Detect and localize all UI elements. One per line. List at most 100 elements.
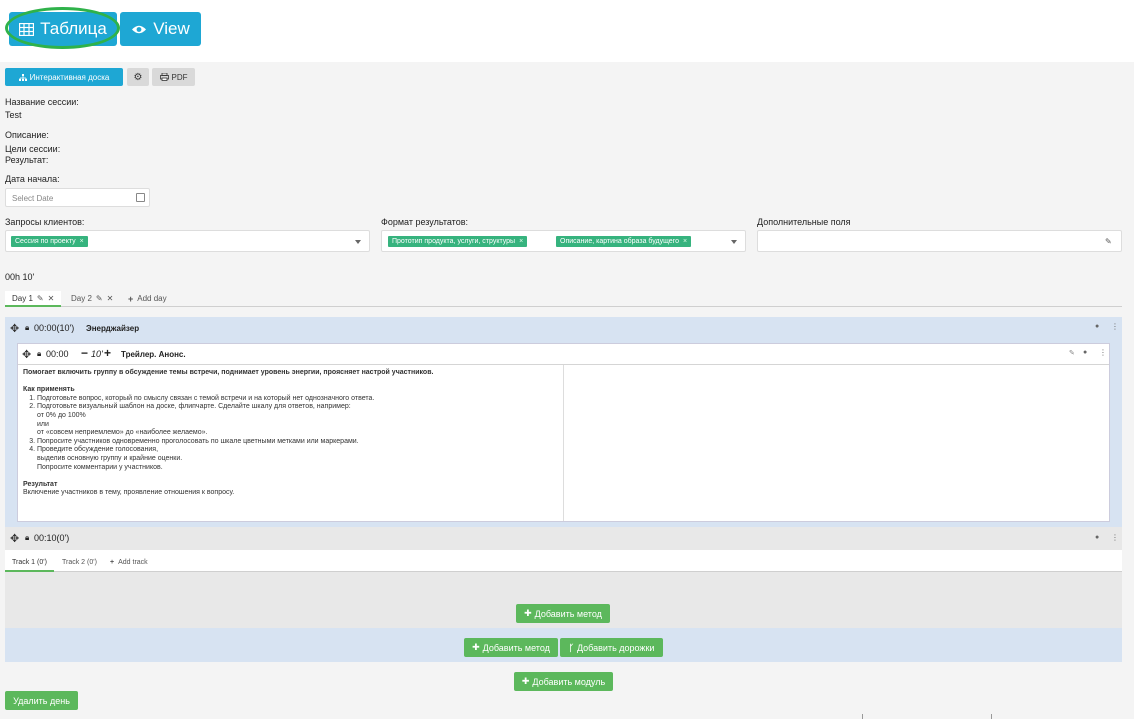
plus-icon: + — [110, 559, 115, 566]
pdf-button[interactable]: PDF — [152, 68, 195, 86]
print-icon — [159, 73, 169, 81]
bottom-divider — [991, 714, 992, 719]
tab-day-2-label: Day 2 — [71, 294, 92, 303]
tab-day-2[interactable]: Day 2 ✎ ✕ — [71, 291, 113, 306]
tab-track-1-label: Track 1 (0') — [12, 558, 47, 566]
how-to-title: Как применять — [23, 386, 75, 394]
tab-day-1[interactable]: Day 1 ✎ ✕ — [5, 291, 62, 307]
module-1-time: 00:00(10') — [34, 323, 75, 333]
sitemap-icon — [18, 73, 27, 81]
pdf-label: PDF — [171, 72, 188, 82]
pencil-icon[interactable]: ✎ — [37, 294, 44, 303]
add-day-button[interactable]: + Add day — [128, 291, 167, 306]
start-date-label: Дата начала: — [5, 174, 60, 184]
move-icon[interactable]: ✥ — [10, 532, 19, 545]
step-item: Проведите обсуждение голосования, выдели… — [37, 446, 558, 472]
chevron-down-icon[interactable] — [355, 240, 361, 244]
tracks-bar — [5, 550, 1122, 571]
extra-fields-select[interactable] — [757, 230, 1122, 252]
delete-day-label: Удалить день — [13, 695, 70, 706]
plus-icon[interactable]: + — [104, 346, 111, 360]
view-button[interactable]: View — [120, 12, 201, 46]
add-track-footer-button[interactable]: ᚴ Добавить дорожки — [560, 638, 663, 657]
plus-icon: + — [128, 293, 134, 304]
add-day-label: Add day — [137, 294, 167, 303]
format-tag-description-label: Описание, картина образа будущего — [560, 238, 679, 245]
tab-track-1[interactable]: Track 1 (0') — [5, 554, 54, 572]
view-label: View — [153, 19, 190, 38]
step-item: Подготовьте визуальный шаблон на доске, … — [37, 403, 558, 437]
total-duration: 00h 10' — [5, 272, 35, 282]
add-track-footer-label: Добавить дорожки — [576, 642, 655, 653]
add-method-in-track-button[interactable]: ✚ Добавить метод — [516, 604, 610, 623]
how-to-steps: Подготовьте вопрос, который по смыслу св… — [23, 395, 558, 472]
chevron-down-icon[interactable] — [731, 240, 737, 244]
plus-icon: ✚ — [472, 642, 480, 652]
method-column-divider — [563, 365, 564, 521]
gear-icon: ⚙ — [133, 71, 143, 83]
method-duration: 10' — [91, 349, 103, 359]
minus-icon[interactable]: − — [81, 346, 88, 360]
lock-icon[interactable]: 🔒︎ — [25, 533, 29, 543]
calendar-icon — [136, 193, 145, 202]
format-tag-prototype-label: Прототип продукта, услуги, структуры — [392, 238, 516, 245]
client-requests-label: Запросы клиентов: — [5, 217, 85, 227]
comment-icon[interactable]: ● — [1095, 323, 1099, 330]
add-module-label: Добавить модуль — [532, 676, 606, 687]
add-module-button[interactable]: ✚ Добавить модуль — [514, 672, 613, 691]
move-icon[interactable]: ✥ — [22, 348, 31, 361]
format-tag-description[interactable]: Описание, картина образа будущего × — [556, 236, 692, 247]
bottom-divider — [862, 714, 863, 719]
session-name-value: Test — [5, 110, 22, 120]
attachment-icon[interactable]: ✎ — [1069, 349, 1075, 357]
add-method-label: Добавить метод — [534, 608, 602, 619]
move-icon[interactable]: ✥ — [10, 322, 19, 335]
session-name-label: Название сессии: — [5, 97, 79, 107]
lock-icon[interactable]: 🔒︎ — [37, 349, 41, 359]
result-title: Результат — [23, 480, 58, 488]
highlight-circle — [5, 7, 120, 49]
code-fork-icon: ᚴ — [568, 642, 574, 653]
add-method-label: Добавить метод — [482, 642, 550, 653]
add-track-button[interactable]: + Add track — [110, 555, 148, 570]
method-name: Трейлер. Анонс. — [121, 350, 186, 359]
more-icon[interactable]: ⋮ — [1111, 533, 1119, 542]
interactive-board-label: Интерактивная доска — [29, 72, 110, 82]
result-format-label: Формат результатов: — [381, 217, 468, 227]
date-placeholder: Select Date — [12, 194, 54, 203]
session-goals-label: Цели сессии: — [5, 144, 61, 154]
tab-track-2[interactable]: Track 2 (0') — [62, 555, 97, 570]
result-label: Результат: — [5, 155, 49, 165]
pencil-icon[interactable]: ✎ — [1105, 237, 1112, 246]
more-icon[interactable]: ⋮ — [1099, 348, 1107, 357]
add-method-button[interactable]: ✚ Добавить метод — [464, 638, 558, 657]
remove-tag-icon[interactable]: × — [80, 238, 84, 245]
client-request-tag[interactable]: Сессия по проекту × — [11, 236, 88, 247]
method-intro: Помогает включить группу в обсуждение те… — [23, 369, 434, 376]
extra-fields-label: Дополнительные поля — [757, 217, 851, 227]
close-icon[interactable]: ✕ — [107, 294, 114, 303]
format-tag-prototype[interactable]: Прототип продукта, услуги, структуры × — [388, 236, 528, 247]
remove-tag-icon[interactable]: × — [683, 238, 687, 245]
eye-icon — [132, 25, 147, 33]
pencil-icon[interactable]: ✎ — [96, 294, 103, 303]
settings-button[interactable]: ⚙ — [127, 68, 149, 86]
tracks-line — [5, 571, 1122, 572]
close-icon[interactable]: ✕ — [48, 294, 55, 303]
comment-icon[interactable]: ● — [1095, 534, 1099, 541]
start-date-input[interactable]: Select Date — [5, 188, 150, 207]
interactive-board-button[interactable]: Интерактивная доска — [5, 68, 123, 86]
plus-icon: ✚ — [521, 676, 530, 686]
more-icon[interactable]: ⋮ — [1111, 322, 1119, 331]
comment-icon[interactable]: ● — [1083, 349, 1087, 356]
method-start-time: 00:00 — [46, 349, 69, 359]
remove-tag-icon[interactable]: × — [519, 238, 523, 245]
add-track-label: Add track — [118, 559, 148, 566]
plus-icon: ✚ — [524, 608, 532, 618]
day-tabs-line — [5, 306, 1122, 307]
module-1-name: Энерджайзер — [86, 324, 140, 333]
delete-day-button[interactable]: Удалить день — [5, 691, 78, 710]
lock-icon[interactable]: 🔒︎ — [25, 323, 29, 333]
description-label: Описание: — [5, 130, 49, 140]
module-2-time: 00:10(0') — [34, 533, 70, 543]
